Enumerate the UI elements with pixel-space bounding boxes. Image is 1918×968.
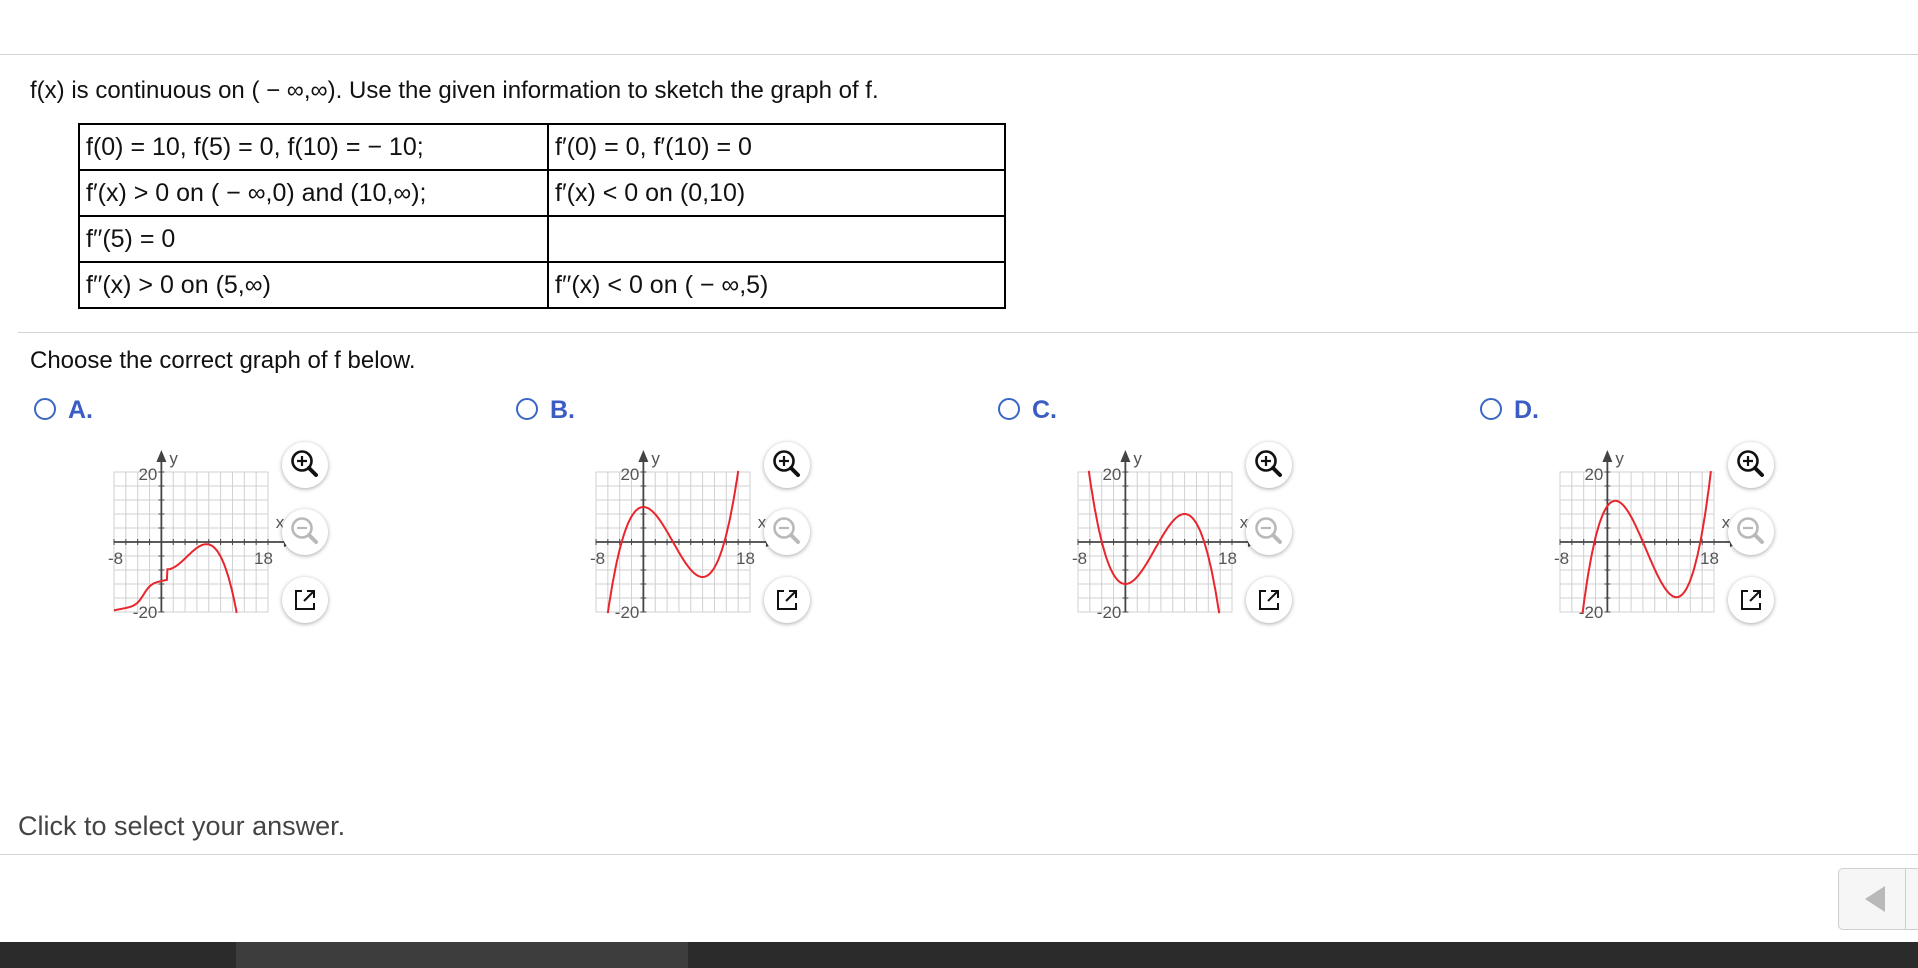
- radio-button[interactable]: [998, 398, 1020, 420]
- zoom-out-button[interactable]: [1728, 509, 1774, 555]
- footer-instruction: Click to select your answer.: [18, 811, 346, 841]
- popout-icon: [1259, 590, 1279, 610]
- table-row: f′′(5) = 0: [78, 215, 1006, 263]
- y-min-label: -20: [615, 603, 640, 622]
- option-graph: yx20-20-8 18: [1072, 449, 1258, 622]
- option-b[interactable]: B. y x 20 -20 -8 18: [512, 396, 972, 636]
- y-max-label: 20: [1584, 465, 1603, 484]
- zoom-out-icon: [1737, 517, 1764, 544]
- question-text: f(x) is continuous on ( − ∞,∞). Use the …: [30, 77, 879, 104]
- table-cell: f′(x) < 0 on (0,10): [547, 169, 1006, 217]
- y-min-label: -20: [1097, 603, 1122, 622]
- y-axis-arrow: [1120, 450, 1131, 462]
- zoom-out-button[interactable]: [1246, 509, 1292, 555]
- y-axis-label: y: [1133, 449, 1142, 468]
- table-cell: f′′(5) = 0: [78, 215, 549, 263]
- y-max-label: 20: [138, 465, 157, 484]
- option-a[interactable]: A. y x 20 -20 -8 18: [30, 396, 490, 636]
- zoom-in-icon: [1255, 450, 1282, 477]
- prompt-text: Choose the correct graph of f below.: [30, 347, 416, 374]
- x-min-label: -8: [1554, 549, 1569, 568]
- radio-button[interactable]: [34, 398, 56, 420]
- x-min-label: -8: [1072, 549, 1087, 568]
- table-cell: f(0) = 10, f(5) = 0, f(10) = − 10;: [78, 123, 549, 171]
- zoom-out-icon: [1255, 517, 1282, 544]
- table-cell: f′′(x) < 0 on ( − ∞,5): [547, 261, 1006, 309]
- y-axis-label: y: [169, 449, 178, 468]
- footer-divider: [0, 854, 1918, 855]
- popout-icon: [295, 590, 315, 610]
- option-d[interactable]: D. y x 20 -20 -8 18: [1476, 396, 1918, 636]
- option-letter: C.: [1032, 396, 1057, 424]
- zoom-out-icon: [291, 517, 318, 544]
- y-axis-arrow: [156, 450, 167, 462]
- radio-button[interactable]: [1480, 398, 1502, 420]
- nav-prev-button[interactable]: [1838, 868, 1910, 930]
- zoom-in-button[interactable]: [1246, 442, 1292, 488]
- popout-icon: [777, 590, 797, 610]
- y-axis-label: y: [1615, 449, 1624, 468]
- nav-next-button[interactable]: [1905, 868, 1918, 930]
- popout-icon: [1741, 590, 1761, 610]
- x-max-label: 18: [254, 549, 273, 568]
- section-divider: [18, 332, 1918, 333]
- y-axis-arrow: [1602, 450, 1613, 462]
- y-min-label: -20: [133, 603, 158, 622]
- x-max-label: 18: [736, 549, 755, 568]
- radio-button[interactable]: [516, 398, 538, 420]
- zoom-in-button[interactable]: [282, 442, 328, 488]
- x-max-label: 18: [1700, 549, 1719, 568]
- popout-button[interactable]: [1728, 577, 1774, 623]
- y-max-label: 20: [1102, 465, 1121, 484]
- table-row: f′(x) > 0 on ( − ∞,0) and (10,∞); f′(x) …: [78, 169, 1006, 217]
- zoom-out-button[interactable]: [764, 509, 810, 555]
- top-divider: [0, 54, 1918, 55]
- zoom-out-button[interactable]: [282, 509, 328, 555]
- table-cell: f′′(x) > 0 on (5,∞): [78, 261, 549, 309]
- zoom-in-icon: [1737, 450, 1764, 477]
- zoom-in-button[interactable]: [764, 442, 810, 488]
- table-row: f(0) = 10, f(5) = 0, f(10) = − 10; f′(0)…: [78, 123, 1006, 171]
- table-cell: f′(0) = 0, f′(10) = 0: [547, 123, 1006, 171]
- table-row: f′′(x) > 0 on (5,∞) f′′(x) < 0 on ( − ∞,…: [78, 261, 1006, 309]
- zoom-in-icon: [773, 450, 800, 477]
- info-table: f(0) = 10, f(5) = 0, f(10) = − 10; f′(0)…: [78, 123, 1006, 309]
- y-axis-label: y: [651, 449, 660, 468]
- x-min-label: -8: [108, 549, 123, 568]
- x-min-label: -8: [590, 549, 605, 568]
- option-graph: yx20-20-8 18: [1554, 449, 1740, 622]
- popout-button[interactable]: [764, 577, 810, 623]
- option-letter: B.: [550, 396, 575, 424]
- triangle-left-icon: [1865, 886, 1885, 912]
- y-max-label: 20: [620, 465, 639, 484]
- popout-button[interactable]: [282, 577, 328, 623]
- option-c[interactable]: C. y x 20 -20 -8 18: [994, 396, 1454, 636]
- taskbar-item[interactable]: [236, 942, 688, 968]
- table-cell: f′(x) > 0 on ( − ∞,0) and (10,∞);: [78, 169, 549, 217]
- zoom-in-button[interactable]: [1728, 442, 1774, 488]
- x-max-label: 18: [1218, 549, 1237, 568]
- zoom-out-icon: [773, 517, 800, 544]
- popout-button[interactable]: [1246, 577, 1292, 623]
- option-graph: yx20-20-8 18: [108, 449, 294, 622]
- y-axis-arrow: [638, 450, 649, 462]
- option-letter: D.: [1514, 396, 1539, 424]
- table-cell: [547, 215, 1006, 263]
- zoom-in-icon: [291, 450, 318, 477]
- option-letter: A.: [68, 396, 93, 424]
- option-graph: yx20-20-8 18: [590, 449, 776, 622]
